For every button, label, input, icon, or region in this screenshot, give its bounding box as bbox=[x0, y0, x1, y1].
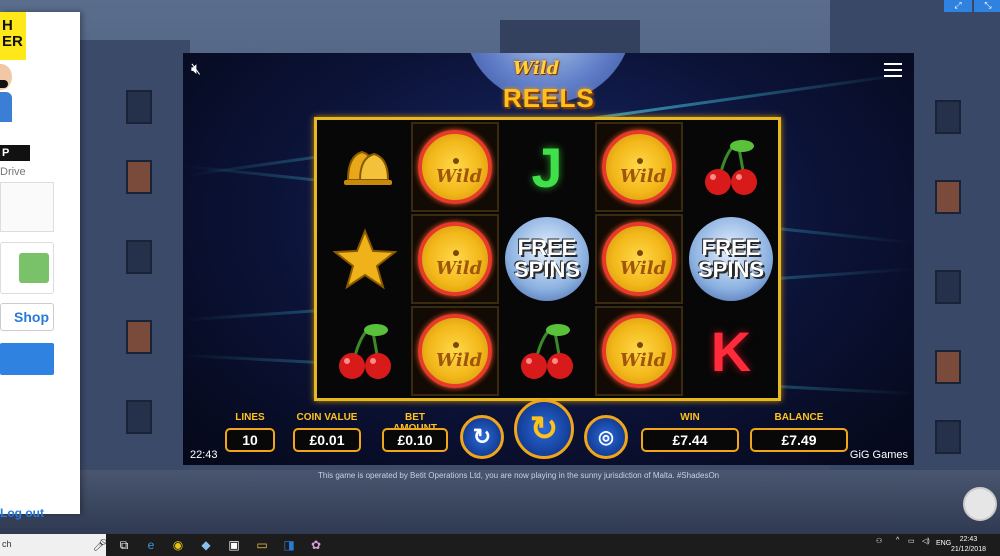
balance-label: BALANCE bbox=[774, 412, 824, 423]
outlook-icon[interactable]: ◨ bbox=[281, 537, 297, 553]
task-view-icon[interactable]: ⧉ bbox=[116, 537, 132, 553]
reel-symbol-wild: Wild bbox=[411, 214, 499, 304]
people-icon[interactable]: ⚇ bbox=[876, 537, 882, 545]
cherries-icon bbox=[521, 324, 573, 379]
autoplay-icon: ↻ bbox=[472, 424, 492, 449]
reel-symbol-star bbox=[321, 214, 409, 304]
windows-taskbar: ch 🎤︎ ⧉ e ◉ ◆ ▣ ▭ ◨ ✿ ⚇ ^ ▭ ◁) ENG 22:43… bbox=[0, 534, 1000, 556]
coin-value-label: COIN VALUE bbox=[296, 412, 358, 423]
reel-symbol-wild: Wild bbox=[411, 122, 499, 212]
brand-logo: H ER bbox=[0, 12, 26, 60]
cash-card[interactable] bbox=[0, 242, 54, 294]
network-icon[interactable]: ▭ bbox=[908, 537, 915, 545]
money-icon bbox=[19, 253, 49, 283]
paint-icon[interactable]: ✿ bbox=[308, 537, 324, 553]
hamburger-menu-icon[interactable] bbox=[884, 63, 902, 77]
coins-icon: ◎ bbox=[598, 427, 614, 447]
logout-link[interactable]: Log out bbox=[0, 506, 44, 520]
taskbar-clock[interactable]: 22:43 21/12/2018 bbox=[951, 535, 986, 555]
app-icon[interactable]: ◆ bbox=[198, 537, 214, 553]
win-label: WIN bbox=[680, 412, 700, 423]
reel-symbol-cherries bbox=[687, 122, 775, 212]
taskbar-search-input[interactable]: ch bbox=[0, 534, 106, 556]
avatar bbox=[0, 64, 14, 122]
lines-label: LINES bbox=[235, 412, 265, 423]
coin-value-field[interactable]: £0.01 bbox=[293, 428, 361, 452]
provider-label: GiG Games bbox=[849, 449, 908, 461]
reel-symbol-k: K bbox=[710, 319, 752, 383]
reel-symbol-wild: Wild bbox=[595, 214, 683, 304]
game-logo-reels: REELS bbox=[503, 83, 595, 113]
lines-value[interactable]: 10 bbox=[225, 428, 275, 452]
shop-button[interactable]: Shop bbox=[0, 303, 54, 331]
reel-symbol-cherries bbox=[321, 306, 409, 396]
progress-panel bbox=[0, 182, 54, 232]
clock-time: 22:43 bbox=[959, 536, 978, 543]
bet-amount-field[interactable]: £0.10 bbox=[382, 428, 448, 452]
game-clock: 22:43 bbox=[190, 449, 218, 461]
slot-game-window: Wild REELS 🔇︎ Wild J Wild Wild FREE SPIN… bbox=[183, 53, 914, 465]
store-icon[interactable]: ▣ bbox=[226, 537, 242, 553]
reel-grid: Wild J Wild Wild FREE SPINS Wild FREE SP… bbox=[314, 117, 781, 401]
reel-symbol-wild: Wild bbox=[411, 306, 499, 396]
restore-icon[interactable]: ⤡ bbox=[974, 0, 1000, 12]
game-logo-wild: Wild bbox=[513, 58, 560, 79]
primary-action-button[interactable] bbox=[0, 343, 54, 375]
reel-symbol-wild: Wild bbox=[595, 306, 683, 396]
star-icon bbox=[333, 228, 397, 290]
assistant-avatar-button[interactable] bbox=[963, 487, 997, 521]
reel-symbol-bell bbox=[321, 122, 409, 212]
expand-icon[interactable]: ⤢ bbox=[944, 0, 972, 12]
sidebar-panel: H ER P Drive Shop Log out bbox=[0, 12, 80, 520]
subtitle-label: Drive bbox=[0, 166, 26, 178]
microphone-icon[interactable]: 🎤︎ bbox=[92, 537, 108, 553]
reel-symbol-j: J bbox=[531, 135, 563, 199]
mute-icon[interactable]: 🔇︎ bbox=[191, 61, 213, 79]
operator-notice: This game is operated by Betit Operation… bbox=[318, 471, 720, 480]
spin-icon: ↻ bbox=[529, 410, 559, 448]
chrome-icon[interactable]: ◉ bbox=[170, 537, 186, 553]
cherries-icon bbox=[705, 140, 757, 195]
reel-symbol-free-spins: FREE SPINS bbox=[503, 214, 591, 304]
reel-symbol-free-spins: FREE SPINS bbox=[687, 214, 775, 304]
clock-date: 21/12/2018 bbox=[950, 546, 986, 553]
volume-icon[interactable]: ◁) bbox=[922, 537, 930, 545]
folder-icon[interactable]: ▭ bbox=[254, 537, 270, 553]
edge-icon[interactable]: e bbox=[143, 537, 159, 553]
autoplay-button[interactable]: ↻ bbox=[460, 415, 504, 459]
reel-symbol-wild: Wild bbox=[595, 122, 683, 212]
bell-icon bbox=[344, 150, 392, 185]
reel-symbol-cherries bbox=[503, 306, 591, 396]
tray-chevron-icon[interactable]: ^ bbox=[896, 537, 899, 544]
cherries-icon bbox=[339, 324, 391, 379]
username-label: P bbox=[0, 145, 30, 161]
language-indicator[interactable]: ENG bbox=[936, 540, 951, 547]
spin-button[interactable]: ↻ bbox=[514, 399, 574, 459]
coins-button[interactable]: ◎ bbox=[584, 415, 628, 459]
win-value: £7.44 bbox=[641, 428, 739, 452]
balance-value: £7.49 bbox=[750, 428, 848, 452]
